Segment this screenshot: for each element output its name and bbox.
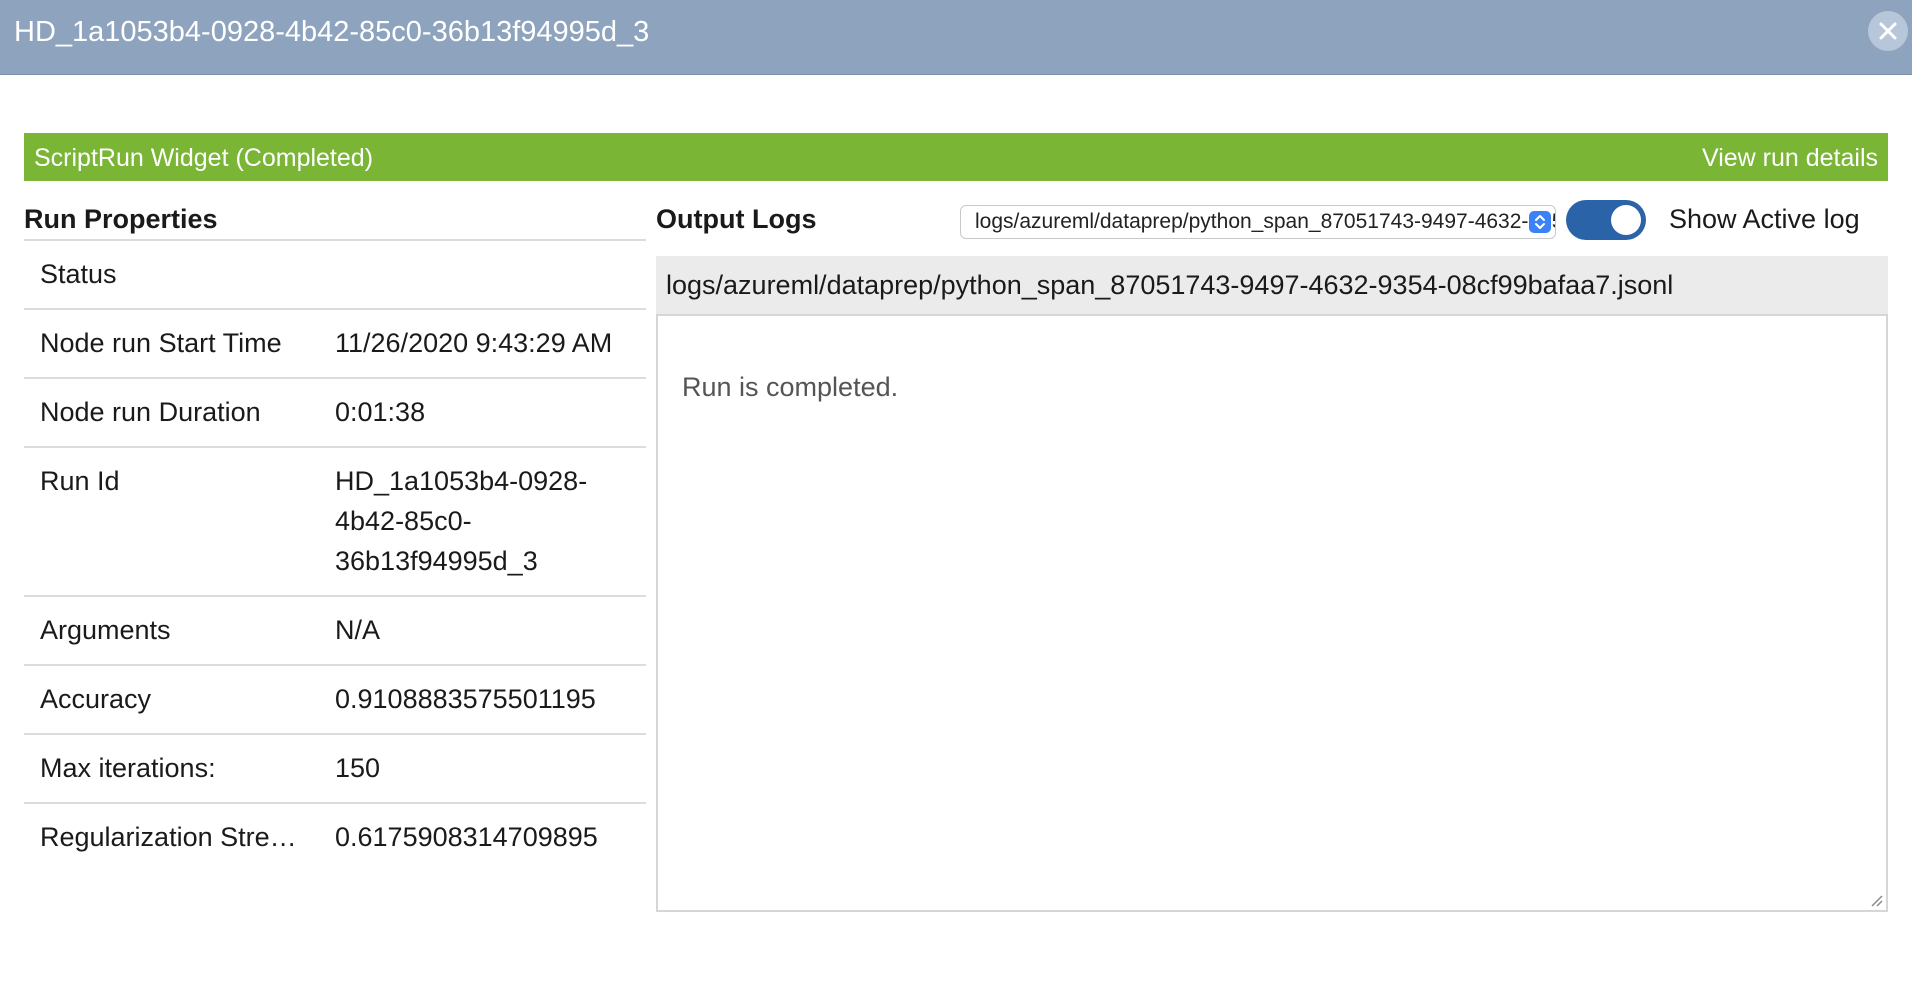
property-value-run-id: HD_1a1053b4-0928-4b42-85c0-36b13f94995d_… [335,446,646,596]
resize-grip-icon[interactable] [1868,892,1884,908]
run-properties-heading: Run Properties [24,204,218,234]
table-row: Node run Duration 0:01:38 [24,377,646,447]
table-row: Max iterations: 150 [24,733,646,803]
close-icon [1879,22,1897,40]
table-row: Status [24,239,646,309]
log-output-textarea[interactable]: Run is completed. [656,314,1888,912]
select-stepper-icon [1529,211,1551,233]
table-row: Accuracy 0.9108883575501195 [24,664,646,734]
property-key-start-time: Node run Start Time [24,308,335,378]
property-value-duration: 0:01:38 [335,377,646,447]
table-row: Node run Start Time 11/26/2020 9:43:29 A… [24,308,646,378]
close-button[interactable] [1868,11,1908,51]
table-row: Run Id HD_1a1053b4-0928-4b42-85c0-36b13f… [24,446,646,596]
property-key-regularization: Regularization Stre… [24,802,335,871]
property-value-arguments: N/A [335,595,646,665]
property-value-start-time: 11/26/2020 9:43:29 AM [335,308,646,378]
property-key-status: Status [24,239,335,309]
property-key-duration: Node run Duration [24,377,335,447]
window-titlebar: HD_1a1053b4-0928-4b42-85c0-36b13f94995d_… [0,0,1912,75]
output-logs-heading: Output Logs [656,204,817,234]
view-run-details-link[interactable]: View run details [1702,144,1878,172]
log-file-select[interactable]: logs/azureml/dataprep/python_span_870517… [960,205,1556,239]
property-key-arguments: Arguments [24,595,335,665]
show-active-log-toggle[interactable] [1566,200,1646,240]
log-output-text: Run is completed. [682,372,899,402]
property-value-regularization: 0.6175908314709895 [335,802,646,871]
table-row: Regularization Stre… 0.6175908314709895 [24,802,646,871]
log-file-select-value: logs/azureml/dataprep/python_span_870517… [975,210,1556,233]
show-active-log-label: Show Active log [1669,204,1860,234]
property-value-max-iterations: 150 [335,733,646,803]
toggle-knob [1611,205,1641,235]
log-path-header: logs/azureml/dataprep/python_span_870517… [656,256,1888,314]
property-key-run-id: Run Id [24,446,335,596]
table-row: Arguments N/A [24,595,646,665]
log-path-text: logs/azureml/dataprep/python_span_870517… [666,270,1674,300]
run-properties-table: Status Node run Start Time 11/26/2020 9:… [24,239,646,871]
property-key-accuracy: Accuracy [24,664,335,734]
widget-header: ScriptRun Widget (Completed) View run de… [24,133,1888,181]
property-value-accuracy: 0.9108883575501195 [335,664,646,734]
property-value-status [335,239,646,309]
property-key-max-iterations: Max iterations: [24,733,335,803]
widget-title: ScriptRun Widget (Completed) [34,144,374,172]
window-title: HD_1a1053b4-0928-4b42-85c0-36b13f94995d_… [14,16,650,48]
